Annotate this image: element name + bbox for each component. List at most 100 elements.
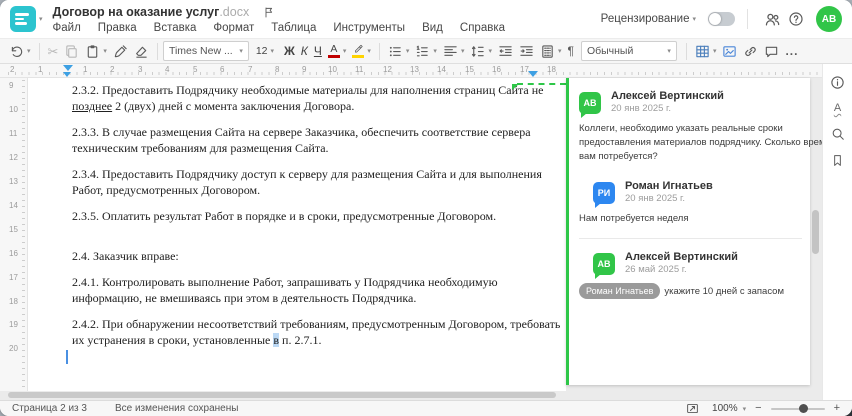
document-title: Договор на оказание услуг (52, 5, 220, 19)
eraser-icon (136, 46, 147, 58)
comment-reply[interactable]: РИ Роман Игнатьев 20 янв 2025 г. Нам пот… (579, 180, 802, 226)
empty-paragraph (72, 234, 560, 248)
right-indent-marker[interactable] (528, 71, 538, 77)
font-size-value: 12 (255, 44, 268, 57)
zoom-out-button[interactable]: − (755, 403, 761, 414)
copy-button[interactable] (61, 41, 82, 62)
collaborators-button[interactable] (760, 7, 784, 31)
font-size-caret-icon: ▾ (270, 48, 275, 55)
menu-insert[interactable]: Вставка (154, 22, 197, 34)
mention-pill[interactable]: Роман Игнатьев (579, 283, 661, 299)
vertical-scrollbar[interactable] (812, 210, 819, 254)
table-caret-icon: ▾ (712, 48, 717, 55)
numbered-list-icon (417, 45, 429, 56)
align-button[interactable]: ▾ (440, 41, 468, 62)
add-comment-button[interactable] (761, 41, 782, 62)
info-icon (831, 75, 844, 89)
workspace: 21 12 34 56 78 9 10 11 12 13 14 15 16 17 18 9… (0, 64, 852, 400)
paragraph-mark-icon: ¶ (567, 44, 574, 58)
zoom-caret-icon[interactable]: ▾ (743, 405, 747, 413)
cut-button[interactable]: ✂ (45, 41, 62, 62)
horizontal-scrollbar[interactable] (8, 392, 556, 398)
insert-image-button[interactable] (719, 41, 740, 62)
bold-button[interactable]: Ж (281, 41, 298, 62)
paragraph-2-4-1: 2.4.1. Контролировать выполнение Работ, … (72, 275, 498, 305)
numbered-list-button[interactable]: ▾ (412, 41, 440, 62)
clear-style-button[interactable] (131, 41, 152, 62)
undo-caret-icon: ▾ (27, 48, 31, 55)
line-spacing-button[interactable]: ▾ (467, 41, 495, 62)
zoom-in-button[interactable]: + (834, 403, 840, 414)
spellcheck-button[interactable]: А (827, 100, 849, 116)
hanging-indent-marker[interactable] (63, 72, 71, 77)
text-cursor (66, 350, 68, 364)
undo-button[interactable]: ▾ (6, 41, 34, 62)
format-painter-button[interactable] (110, 41, 131, 62)
document-page[interactable]: 2.3.2. Предоставить Подрядчику необходим… (28, 78, 566, 391)
font-name-caret-icon: ▾ (239, 48, 243, 55)
comment-divider (579, 238, 802, 239)
left-indent-marker[interactable] (63, 65, 73, 71)
about-button[interactable] (827, 74, 849, 90)
decrease-indent-button[interactable] (495, 41, 516, 62)
toolbar-divider (156, 42, 158, 60)
paste-caret-icon: ▾ (103, 48, 107, 55)
underline-letter: Ч (313, 44, 322, 58)
nonprinting-chars-button[interactable]: ¶ (564, 41, 576, 62)
comment-reply[interactable]: АВ Алексей Вертинский 26 май 2025 г. Ром… (579, 251, 802, 299)
line-spacing-caret-icon: ▾ (488, 48, 492, 55)
menu-edit[interactable]: Правка (98, 22, 137, 34)
insert-table-button[interactable]: ▾ (692, 41, 720, 62)
review-mode-label: Рецензирование (600, 13, 690, 25)
menu-file[interactable]: Файл (53, 22, 81, 34)
comment-icon (766, 46, 778, 57)
increase-indent-button[interactable] (516, 41, 537, 62)
font-name-select[interactable]: Times New ... ▾ (162, 41, 249, 61)
comment-item[interactable]: АВ Алексей Вертинский 20 янв 2025 г. Кол… (579, 90, 841, 164)
table-icon (696, 45, 709, 57)
zoom-slider-knob[interactable] (798, 404, 808, 413)
font-size-select[interactable]: 12 ▾ (249, 41, 281, 62)
zoom-slider[interactable] (770, 404, 825, 413)
brush-icon (114, 44, 127, 57)
page-indicator[interactable]: Страница 2 из 3 (12, 403, 87, 414)
fit-width-button[interactable] (681, 401, 703, 416)
italic-button[interactable]: К (298, 41, 311, 62)
comment-text: Нам потребуется неделя (579, 213, 689, 224)
bookmarks-button[interactable] (827, 152, 849, 168)
paste-icon (88, 44, 98, 58)
menu-help[interactable]: Справка (460, 22, 505, 34)
toolbar-divider (38, 42, 40, 60)
bookmark-icon (834, 154, 841, 166)
review-caret-icon: ▾ (692, 16, 696, 23)
titlebar-divider (747, 9, 748, 29)
search-icon (832, 128, 844, 140)
menu-view[interactable]: Вид (422, 22, 443, 34)
favorite-flag-icon[interactable] (263, 6, 275, 19)
review-mode-dropdown[interactable]: Рецензирование ▾ (601, 13, 696, 25)
style-select[interactable]: Обычный ▾ (580, 41, 677, 61)
insert-link-button[interactable] (740, 41, 761, 62)
user-avatar[interactable]: АВ (816, 6, 842, 32)
toolbar-more-button[interactable]: ... (782, 41, 801, 62)
logo-menu-caret-icon[interactable]: ▾ (39, 15, 43, 23)
ellipsis-icon: ... (785, 44, 799, 58)
review-toggle[interactable] (708, 12, 735, 26)
highlight-color-button[interactable]: ▾ (349, 41, 374, 62)
bullet-list-button[interactable]: ▾ (385, 41, 413, 62)
underline-button[interactable]: Ч (311, 41, 325, 62)
app-logo[interactable] (10, 6, 36, 32)
decrease-indent-icon (499, 45, 512, 56)
paste-button[interactable]: ▾ (82, 41, 110, 62)
menu-format[interactable]: Формат (213, 22, 254, 34)
menu-table[interactable]: Таблица (271, 22, 316, 34)
menu-tools[interactable]: Инструменты (333, 22, 405, 34)
font-color-button[interactable]: А ▾ (325, 41, 350, 62)
zoom-value[interactable]: 100% (712, 403, 738, 414)
style-value: Обычный (586, 45, 634, 57)
document-text: 2.3.2. Предоставить Подрядчику необходим… (72, 82, 560, 358)
titlebar-right: Рецензирование ▾ АВ (601, 6, 842, 32)
search-button[interactable] (827, 126, 849, 142)
help-button[interactable] (784, 7, 808, 31)
page-margins-button[interactable]: ▾ (537, 41, 565, 62)
